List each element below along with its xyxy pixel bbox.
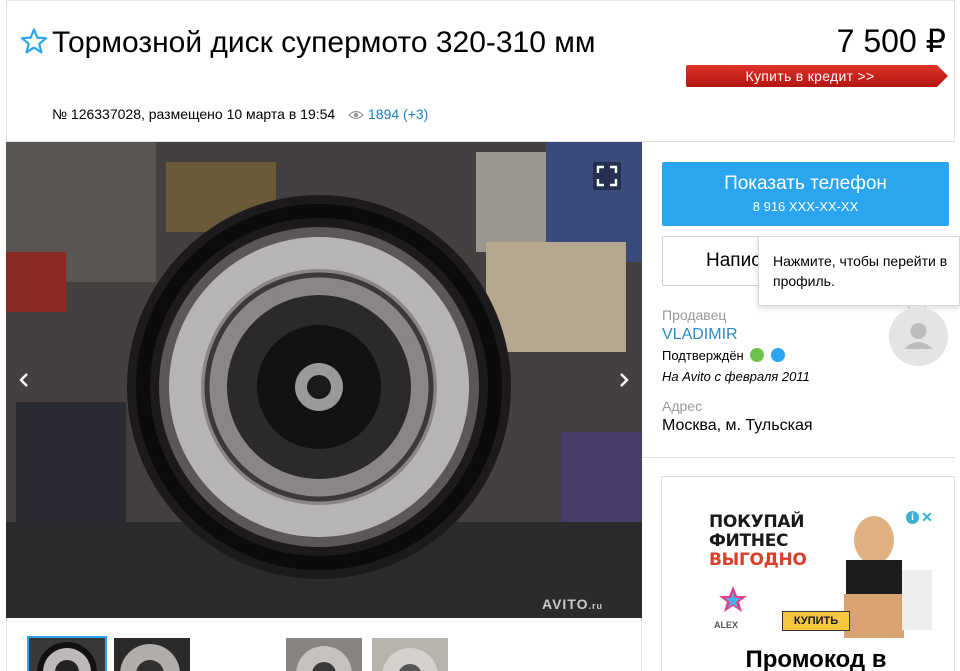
verified-label: Подтверждён [662,348,744,363]
eye-icon [348,110,364,120]
credit-button-label: Купить в кредит >> [745,68,875,84]
frame-right-line [954,0,955,140]
gallery-prev-icon[interactable] [14,366,34,394]
show-phone-button[interactable]: Показать телефон 8 916 XXX-XX-XX [662,162,949,226]
address-label: Адрес [662,398,703,414]
thumbnail-image [286,638,362,671]
listing-meta: № 126337028, размещено 10 марта в 19:54 [52,106,336,122]
ad-brand: ALEX [714,620,739,630]
ad-close-icon[interactable]: ✕ [920,510,934,524]
thumbnail[interactable] [114,638,190,671]
seller-since: На Avito с февраля 2011 [662,369,810,384]
masked-phone-number: 8 916 XXX-XX-XX [752,199,859,214]
thumbnail[interactable] [27,636,107,671]
price: 7 500 ₽ [836,23,946,59]
watermark-suffix: .ru [588,601,604,611]
ad-info-icon[interactable]: i [906,511,919,524]
view-count: 1894 (+3) [348,106,428,122]
thumbnail-image [114,638,190,671]
thumbnail-image [372,638,448,671]
seller-avatar[interactable] [889,307,948,366]
photo-watermark: AVITO.ru [542,596,603,612]
fullscreen-icon[interactable] [593,162,621,190]
gallery-next-icon[interactable] [614,366,634,394]
ad-headline-3: ВЫГОДНО [709,550,807,570]
thumbnail[interactable] [286,638,362,671]
ad-headline-2: ФИТНЕС [709,531,789,551]
thumbnail[interactable] [372,638,448,671]
seller-name-link[interactable]: VLADIMIR [662,326,738,344]
seller-label: Продавец [662,307,727,323]
user-silhouette-icon [904,323,933,349]
right-column-divider [642,457,955,458]
favorite-star-icon[interactable] [20,27,48,55]
ad-banner[interactable]: ПОКУПАЙ ФИТНЕС ВЫГОДНО ALEX КУПИТЬ [696,510,936,638]
phone-verified-icon [750,348,765,362]
main-photo [6,142,642,618]
ad-promo-text: Промокод в [745,646,887,671]
thumbnail-image [29,638,105,671]
profile-tooltip: Нажмите, чтобы перейти в профиль. [758,236,960,306]
page-title: Тормозной диск супермото 320-310 мм [52,26,596,59]
ad-headline-1: ПОКУПАЙ [709,512,805,532]
watermark-text: AVITO [542,596,589,612]
ad-buy-button[interactable]: КУПИТЬ [782,611,850,631]
view-count-value: 1894 (+3) [368,106,429,122]
email-verified-icon [771,348,785,362]
photo-gallery[interactable] [6,142,642,618]
address-value: Москва, м. Тульская [662,417,813,434]
show-phone-label: Показать телефон [724,173,887,194]
buy-on-credit-button[interactable]: Купить в кредит >> [686,65,948,87]
seller-verified: Подтверждён [662,348,785,363]
frame-top-line [6,0,955,1]
